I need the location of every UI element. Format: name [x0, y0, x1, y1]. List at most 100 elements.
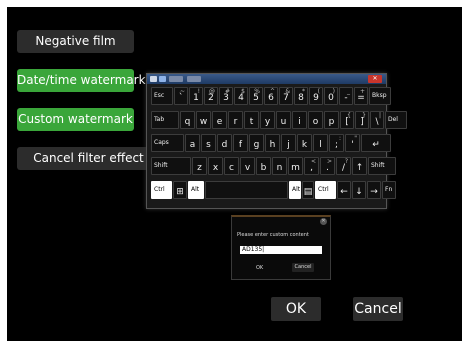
key-alt-right[interactable]: Alt — [289, 181, 301, 199]
key-1[interactable]: ! 1 — [189, 87, 203, 105]
key-win[interactable]: ⊞ — [173, 181, 187, 199]
key-label: 4 — [238, 93, 244, 103]
key-comma[interactable]: <, — [304, 157, 319, 175]
key-l[interactable]: l — [313, 134, 328, 152]
cancel-filter-effect-button[interactable]: Cancel filter effect — [17, 147, 160, 170]
key-q[interactable]: q — [180, 111, 195, 129]
key-backtick[interactable]: ~ ` — [174, 87, 188, 105]
key-f[interactable]: f — [233, 134, 248, 152]
key-esc[interactable]: Esc — [151, 87, 173, 105]
key-y[interactable]: y — [260, 111, 275, 129]
key-ctrl-left[interactable]: Ctrl — [151, 181, 172, 199]
key-label: = — [357, 93, 365, 103]
key-label: ⊞ — [176, 187, 184, 197]
key-t[interactable]: t — [244, 111, 259, 129]
key-s[interactable]: s — [201, 134, 216, 152]
key-label: y — [264, 117, 271, 127]
key-i[interactable]: i — [292, 111, 307, 129]
key-fn[interactable]: Fn — [382, 181, 396, 199]
key-caps[interactable]: Caps — [151, 134, 184, 152]
dialog-ok-button[interactable]: OK — [256, 265, 263, 271]
custom-content-input[interactable]: AD135| — [240, 246, 322, 254]
key-down[interactable]: ↓ — [352, 181, 366, 199]
key-label: d — [221, 140, 228, 150]
key-equals[interactable]: + = — [354, 87, 368, 105]
key-0[interactable]: ) 0 — [324, 87, 338, 105]
key-u[interactable]: u — [276, 111, 291, 129]
key-del[interactable]: Del — [385, 111, 407, 129]
key-period[interactable]: >. — [320, 157, 335, 175]
key-quote[interactable]: " ' — [345, 134, 360, 152]
layout-icon[interactable] — [159, 76, 166, 82]
key-3[interactable]: #3 — [219, 87, 233, 105]
key-g[interactable]: g — [249, 134, 264, 152]
key-label: a — [189, 140, 196, 150]
key-space[interactable] — [205, 181, 288, 199]
key-label: ` — [178, 93, 184, 103]
key-n[interactable]: n — [272, 157, 287, 175]
key-right[interactable]: → — [367, 181, 381, 199]
ok-button[interactable]: OK — [271, 297, 321, 321]
key-slash[interactable]: ? / — [336, 157, 351, 175]
key-7[interactable]: & 7 — [279, 87, 293, 105]
close-icon[interactable]: ✕ — [368, 75, 382, 83]
key-c[interactable]: c — [224, 157, 239, 175]
key-o[interactable]: o — [308, 111, 323, 129]
key-8[interactable]: * 8 — [294, 87, 308, 105]
key-5[interactable]: % 5 — [249, 87, 263, 105]
key-x[interactable]: x — [208, 157, 223, 175]
key-r[interactable]: r — [228, 111, 243, 129]
key-backspace[interactable]: Bksp — [369, 87, 391, 105]
cancel-button[interactable]: Cancel — [353, 297, 403, 321]
key-shift-left[interactable]: Shift — [151, 157, 191, 175]
key-label: 0 — [328, 93, 334, 103]
key-lbracket[interactable]: {[ — [340, 111, 354, 129]
key-label: u — [280, 117, 287, 127]
key-2[interactable]: @2 — [204, 87, 218, 105]
dialog-cancel-button[interactable]: Cancel — [292, 263, 314, 272]
key-label: k — [301, 140, 308, 150]
key-label: ↑ — [355, 163, 364, 173]
key-b[interactable]: b — [256, 157, 271, 175]
key-alt-left[interactable]: Alt — [188, 181, 204, 199]
key-label: 7 — [283, 93, 289, 103]
key-ctrl-right[interactable]: Ctrl — [315, 181, 336, 199]
key-4[interactable]: $4 — [234, 87, 248, 105]
key-shift-right[interactable]: Shift — [368, 157, 396, 175]
key-minus[interactable]: _ - — [339, 87, 353, 105]
key-label: Shift — [371, 162, 385, 169]
settings-icon[interactable] — [187, 76, 201, 82]
key-m[interactable]: m — [288, 157, 303, 175]
key-label: ' — [351, 140, 354, 150]
key-label: Esc — [154, 92, 165, 99]
key-e[interactable]: e — [212, 111, 227, 129]
key-label: 9 — [313, 93, 319, 103]
key-z[interactable]: z — [192, 157, 207, 175]
key-up[interactable]: ↑ — [352, 157, 367, 175]
dialog-close-icon[interactable]: ✕ — [320, 218, 327, 225]
mode-toggle-icon[interactable] — [169, 76, 183, 82]
key-a[interactable]: a — [185, 134, 200, 152]
key-semicolon[interactable]: :; — [329, 134, 344, 152]
date-time-watermark-button[interactable]: Date/time watermark — [17, 69, 146, 92]
key-p[interactable]: p — [324, 111, 339, 129]
key-v[interactable]: v — [240, 157, 255, 175]
key-menu[interactable]: ▤ — [302, 181, 314, 199]
key-left[interactable]: ← — [337, 181, 351, 199]
key-label: c — [229, 163, 234, 173]
custom-watermark-button[interactable]: Custom watermark — [17, 108, 134, 131]
key-backslash[interactable]: | \ — [370, 111, 384, 129]
negative-film-button[interactable]: Negative film — [17, 30, 134, 53]
key-rbracket[interactable]: }] — [355, 111, 369, 129]
key-tab[interactable]: Tab — [151, 111, 179, 129]
key-label: ← — [340, 187, 348, 197]
key-6[interactable]: ^ 6 — [264, 87, 278, 105]
key-j[interactable]: j — [281, 134, 296, 152]
key-enter[interactable]: ↵ — [361, 134, 391, 152]
key-k[interactable]: k — [297, 134, 312, 152]
key-w[interactable]: w — [196, 111, 211, 129]
key-9[interactable]: (9 — [309, 87, 323, 105]
key-h[interactable]: h — [265, 134, 280, 152]
key-d[interactable]: d — [217, 134, 232, 152]
key-label: m — [291, 163, 300, 173]
